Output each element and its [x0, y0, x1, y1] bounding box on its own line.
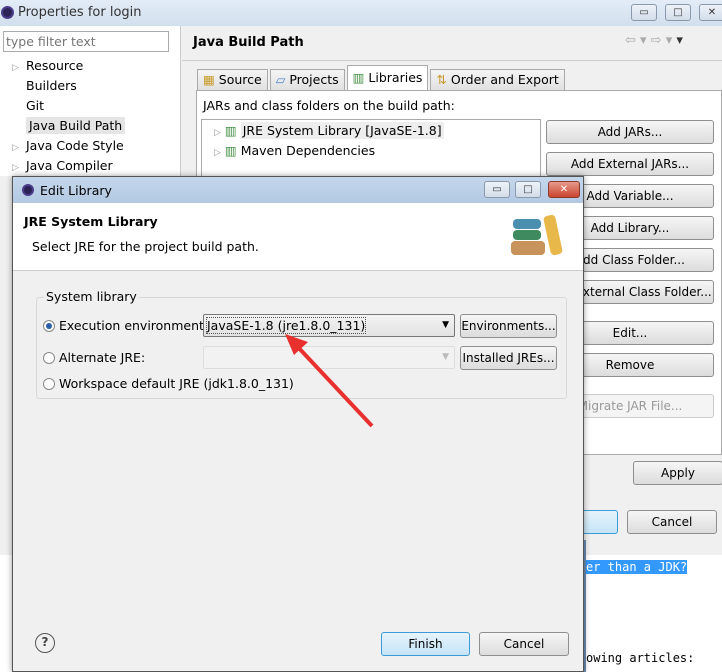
red-arrow-annotation	[285, 334, 374, 428]
arrow-shaft	[294, 343, 374, 428]
